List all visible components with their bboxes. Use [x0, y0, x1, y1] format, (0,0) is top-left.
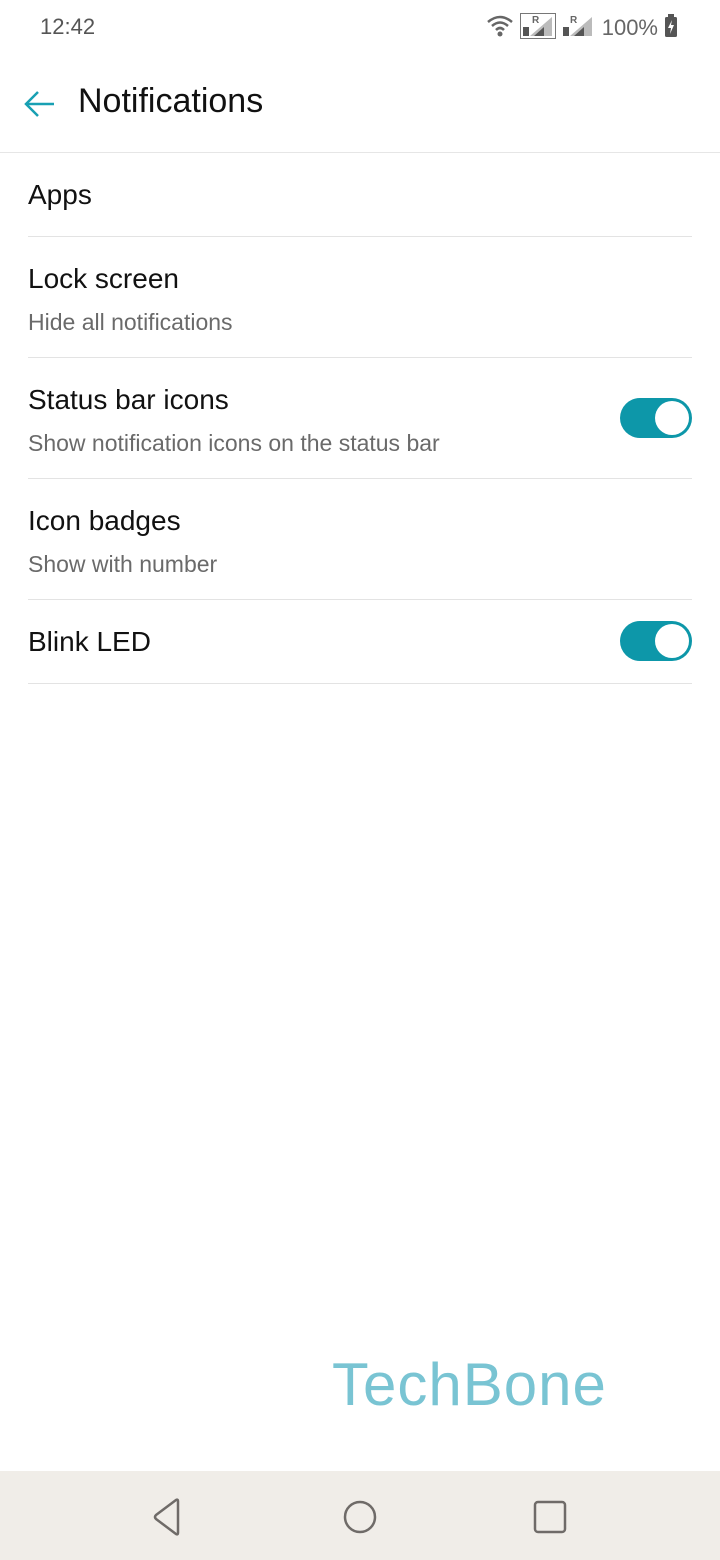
watermark: TechBone — [332, 1351, 607, 1418]
setting-subtitle: Hide all notifications — [28, 309, 233, 335]
triangle-back-icon — [153, 1498, 180, 1536]
setting-title: Blink LED — [28, 626, 151, 657]
status-icons: R R 100% — [486, 12, 678, 44]
circle-home-icon — [343, 1500, 377, 1534]
blink-led-toggle[interactable] — [620, 621, 692, 661]
signal-sim1-icon: R — [519, 12, 556, 44]
setting-lock-screen[interactable]: Lock screen Hide all notifications — [28, 237, 692, 358]
navigation-bar — [0, 1471, 720, 1560]
nav-home-button[interactable] — [338, 1495, 382, 1539]
setting-subtitle: Show with number — [28, 551, 218, 577]
app-bar: Notifications — [0, 56, 720, 153]
status-bar: 12:42 R R 100% — [0, 0, 720, 56]
setting-icon-badges[interactable]: Icon badges Show with number — [28, 479, 692, 600]
setting-status-bar-icons[interactable]: Status bar icons Show notification icons… — [28, 358, 692, 479]
battery-charging-icon — [664, 13, 678, 43]
arrow-left-icon — [24, 91, 54, 117]
setting-title: Status bar icons — [28, 384, 229, 415]
toggle-knob — [655, 401, 689, 435]
page-title: Notifications — [78, 82, 264, 120]
signal-sim2-icon: R — [562, 13, 594, 44]
back-button[interactable] — [20, 84, 60, 124]
setting-subtitle: Show notification icons on the status ba… — [28, 430, 440, 456]
svg-text:R: R — [532, 15, 540, 26]
battery-percent: 100% — [601, 15, 658, 40]
status-time: 12:42 — [40, 14, 96, 39]
svg-text:R: R — [570, 15, 578, 26]
settings-list: Apps Lock screen Hide all notifications … — [0, 153, 720, 684]
nav-recents-button[interactable] — [528, 1495, 572, 1539]
wifi-icon — [486, 14, 514, 43]
setting-title: Lock screen — [28, 263, 179, 294]
setting-title: Icon badges — [28, 505, 181, 536]
setting-title: Apps — [28, 179, 92, 210]
square-recents-icon — [533, 1500, 567, 1534]
status-bar-icons-toggle[interactable] — [620, 398, 692, 438]
nav-back-button[interactable] — [148, 1495, 192, 1539]
toggle-knob — [655, 624, 689, 658]
setting-apps[interactable]: Apps — [28, 153, 692, 237]
setting-blink-led[interactable]: Blink LED — [28, 600, 692, 684]
